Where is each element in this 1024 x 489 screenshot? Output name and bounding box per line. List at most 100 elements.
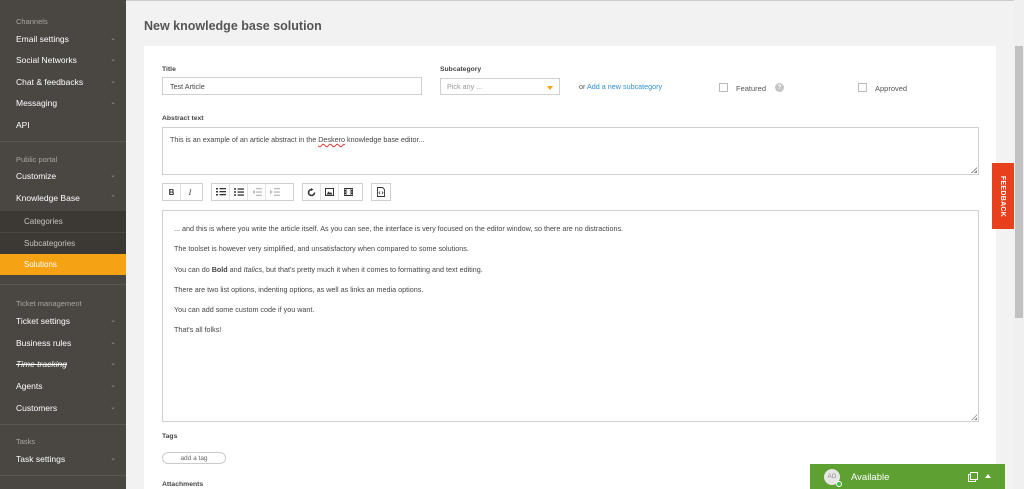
sidebar-divider — [0, 284, 126, 285]
help-icon[interactable]: ? — [775, 83, 784, 92]
list-toolbar-group — [211, 183, 294, 201]
resize-grip-icon[interactable] — [971, 414, 977, 420]
chevron-down-icon: ⌄ — [110, 56, 116, 63]
sidebar-item-task-settings[interactable]: Task settings ⌄ — [0, 448, 126, 469]
chevron-down-icon: ⌄ — [110, 360, 116, 367]
sidebar-subitem-subcategories[interactable]: Subcategories — [0, 233, 126, 254]
add-subcategory-link[interactable]: Add a new subcategory — [587, 82, 662, 91]
online-status-dot — [836, 481, 842, 487]
sidebar-item-label: Time tracking — [16, 358, 67, 369]
sidebar-item-label: Knowledge Base — [16, 192, 80, 203]
editor-paragraph: The toolset is however very simplified, … — [174, 244, 469, 254]
editor-text: , but that's pretty much it when it come… — [262, 264, 483, 274]
code-toolbar-group — [371, 183, 391, 201]
link-icon[interactable] — [303, 184, 321, 200]
editor-paragraph: That's all folks! — [174, 325, 222, 335]
chevron-down-icon: ⌄ — [110, 317, 116, 324]
abstract-text-post: knowledge base editor... — [344, 135, 425, 144]
chevron-down-icon: ⌄ — [110, 455, 116, 462]
sidebar-item-label: Customize — [16, 170, 57, 181]
sidebar-item-api[interactable]: API — [0, 114, 126, 135]
sidebar-item-business-rules[interactable]: Business rules ⌄ — [0, 332, 126, 353]
chevron-down-icon: ⌄ — [110, 78, 116, 85]
sidebar-item-email-settings[interactable]: Email settings ⌄ — [0, 28, 126, 49]
add-tag-input[interactable]: add a tag — [162, 452, 226, 464]
subcategory-label: Subcategory — [440, 66, 482, 73]
page-title: New knowledge base solution — [144, 19, 322, 33]
chevron-down-icon: ⌄ — [110, 99, 116, 106]
media-toolbar-group — [302, 183, 363, 201]
sidebar-subitem-solutions[interactable]: Solutions — [0, 254, 126, 275]
availability-status: Available — [851, 472, 890, 483]
or-text: or — [579, 82, 586, 91]
approved-checkbox[interactable] — [858, 83, 867, 92]
indent-icon[interactable] — [266, 184, 284, 200]
ordered-list-icon[interactable] — [212, 184, 230, 200]
italic-button[interactable]: I — [181, 184, 199, 200]
chevron-down-icon: ⌄ — [110, 339, 116, 346]
page-scrollbar[interactable] — [1014, 0, 1024, 489]
editor-paragraph: ... and this is where you write the arti… — [174, 224, 624, 233]
abstract-text-pre: This is an example of an article abstrac… — [170, 135, 319, 144]
sidebar-item-label: Messaging — [16, 97, 58, 108]
image-icon[interactable] — [321, 184, 339, 200]
sidebar-divider — [0, 475, 126, 476]
sidebar-divider — [0, 141, 126, 142]
sidebar-item-messaging[interactable]: Messaging ⌄ — [0, 92, 126, 113]
sidebar-section-tasks: Tasks — [16, 437, 36, 446]
feedback-label: FEEDBACK — [999, 175, 1007, 217]
sidebar-item-label: Solutions — [24, 260, 57, 269]
sidebar-divider — [0, 424, 126, 425]
sidebar-item-label: Email settings — [16, 33, 69, 44]
tags-label: Tags — [162, 433, 178, 440]
sidebar-item-chat-feedbacks[interactable]: Chat & feedbacks ⌄ — [0, 71, 126, 92]
caret-down-icon — [547, 86, 553, 90]
sidebar-item-agents[interactable]: Agents ⌄ — [0, 375, 126, 396]
popout-icon[interactable] — [968, 472, 978, 482]
sidebar-section-portal: Public portal — [16, 155, 58, 164]
article-editor[interactable]: ... and this is where you write the arti… — [162, 210, 979, 422]
title-input[interactable]: Test Article — [162, 77, 422, 95]
scrollbar-thumb[interactable] — [1015, 46, 1023, 318]
abstract-textarea[interactable]: This is an example of an article abstrac… — [162, 127, 979, 175]
sidebar-item-ticket-settings[interactable]: Ticket settings ⌄ — [0, 310, 126, 331]
sidebar-item-customize[interactable]: Customize ⌄ — [0, 165, 126, 186]
editor-paragraph: You can add some custom code if you want… — [174, 305, 315, 315]
editor-bold-text: Bold — [211, 264, 228, 274]
chevron-down-icon: ⌄ — [110, 382, 116, 389]
caret-up-icon[interactable] — [985, 474, 991, 478]
title-label: Title — [162, 66, 176, 73]
top-divider — [126, 0, 1024, 1]
sidebar-item-label: Business rules — [16, 337, 72, 348]
attachments-label: Attachments — [162, 481, 204, 488]
chevron-up-icon: ⌃ — [110, 195, 116, 202]
subcategory-select[interactable]: Pick any ... — [440, 78, 560, 95]
editor-paragraph: There are two list options, indenting op… — [174, 284, 424, 294]
outdent-icon[interactable] — [248, 184, 266, 200]
sidebar-item-label: Customers — [16, 402, 58, 413]
sidebar-item-social-networks[interactable]: Social Networks ⌄ — [0, 49, 126, 70]
bold-button[interactable]: B — [163, 184, 181, 200]
sidebar-item-label: Ticket settings — [16, 315, 71, 326]
sidebar-item-knowledge-base[interactable]: Knowledge Base ⌃ — [0, 187, 126, 208]
approved-label: Approved — [875, 84, 908, 93]
video-icon[interactable] — [339, 184, 357, 200]
sidebar-item-time-tracking[interactable]: Time tracking ⌄ — [0, 353, 126, 374]
editor-paragraph: You can do Bold and Italics, but that's … — [174, 264, 967, 274]
sidebar-item-label: Task settings — [16, 453, 66, 464]
sidebar-section-tickets: Ticket management — [16, 299, 82, 308]
feedback-tab[interactable]: FEEDBACK — [992, 163, 1014, 229]
abstract-text-brand: Deskero — [318, 135, 345, 144]
chevron-down-icon: ⌄ — [110, 404, 116, 411]
unordered-list-icon[interactable] — [230, 184, 248, 200]
availability-widget[interactable]: AO Available — [810, 464, 1005, 489]
featured-checkbox[interactable] — [719, 83, 728, 92]
source-code-icon[interactable] — [372, 184, 390, 200]
format-toolbar-group: B I — [162, 183, 203, 201]
resize-grip-icon[interactable] — [971, 167, 977, 173]
featured-label: Featured — [736, 84, 767, 93]
editor-text: You can do — [174, 264, 212, 274]
sidebar-item-customers[interactable]: Customers ⌄ — [0, 397, 126, 418]
sidebar-item-label: Social Networks — [16, 54, 77, 65]
sidebar-subitem-categories[interactable]: Categories — [0, 211, 126, 232]
